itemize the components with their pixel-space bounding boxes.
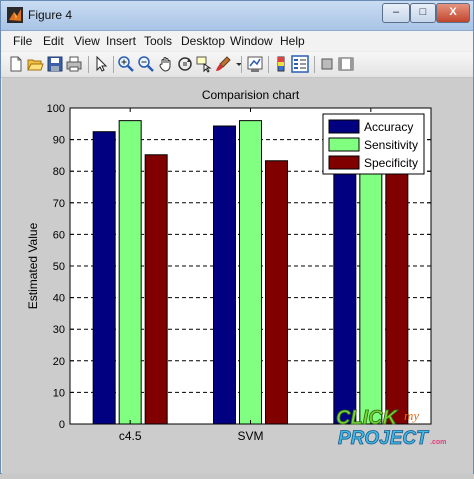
rotate-3d-icon[interactable] <box>176 55 194 73</box>
watermark-line3: PROJECT <box>338 428 429 449</box>
watermark-line1: CLICK <box>336 407 399 429</box>
watermark-logo: CLICK my PROJECT .com <box>336 407 447 450</box>
watermark-suffix: .com <box>430 439 446 446</box>
y-tick-label: 50 <box>53 261 65 273</box>
title-bar[interactable]: Figure 4 – □ X <box>1 1 473 31</box>
menu-tools[interactable]: Tools <box>144 34 172 48</box>
minimize-icon: – <box>392 6 400 18</box>
legend-swatch-sensitivity <box>328 137 360 152</box>
pan-hand-icon[interactable] <box>157 55 175 73</box>
show-plot-tools-icon[interactable] <box>337 55 355 73</box>
print-icon[interactable] <box>65 55 83 73</box>
legend-label-accuracy: Accuracy <box>364 120 413 134</box>
legend-icon[interactable] <box>291 55 309 73</box>
toolbar-separator <box>88 56 89 73</box>
bar-sensitivity-0 <box>118 120 142 425</box>
bar-specificity-1 <box>265 160 288 425</box>
menu-view[interactable]: View <box>74 34 100 48</box>
minimize-button[interactable]: – <box>382 3 410 23</box>
edit-plot-arrow-icon[interactable] <box>92 55 110 73</box>
y-tick-label: 10 <box>53 387 65 399</box>
menu-insert[interactable]: Insert <box>106 34 136 48</box>
x-tick-label: c4.5 <box>119 429 142 443</box>
toolbar-separator <box>241 56 242 73</box>
watermark-line2: my <box>404 408 419 423</box>
close-icon: X <box>449 6 457 18</box>
maximize-icon: □ <box>419 6 427 18</box>
toolbar-separator <box>268 56 269 73</box>
maximize-button[interactable]: □ <box>410 3 436 23</box>
bar-sensitivity-2 <box>359 154 383 425</box>
y-tick-label: 20 <box>53 356 65 368</box>
data-cursor-icon[interactable] <box>195 55 213 73</box>
bar-accuracy-2 <box>333 154 357 425</box>
y-tick-label: 60 <box>53 229 65 241</box>
x-tick-label: SVM <box>237 429 263 443</box>
y-axis-label: Estimated Value <box>26 222 40 309</box>
new-figure-icon[interactable] <box>7 55 25 73</box>
zoom-in-icon[interactable] <box>117 55 135 73</box>
menu-bar: File Edit View Insert Tools Desktop Wind… <box>1 31 473 51</box>
close-button[interactable]: X <box>436 3 470 23</box>
bar-specificity-0 <box>144 154 168 425</box>
save-icon[interactable] <box>46 55 64 73</box>
zoom-out-icon[interactable] <box>137 55 155 73</box>
y-tick-label: 100 <box>47 103 65 115</box>
bar-accuracy-0 <box>92 131 116 425</box>
menu-desktop[interactable]: Desktop <box>181 34 225 48</box>
menu-file[interactable]: File <box>13 34 32 48</box>
bar-sensitivity-1 <box>239 120 262 425</box>
toolbar-separator <box>113 56 114 73</box>
open-file-icon[interactable] <box>26 55 44 73</box>
legend-label-sensitivity: Sensitivity <box>364 138 418 152</box>
menu-window[interactable]: Window <box>230 34 273 48</box>
matlab-icon <box>7 7 23 23</box>
y-tick-label: 70 <box>53 198 65 210</box>
figure-toolbar <box>1 52 473 78</box>
menu-edit[interactable]: Edit <box>43 34 64 48</box>
hide-plot-tools-icon[interactable] <box>318 55 336 73</box>
figure-window: Figure 4 – □ X File Edit View Insert Too… <box>0 0 474 474</box>
y-tick-label: 40 <box>53 293 65 305</box>
toolbar-separator <box>314 56 315 73</box>
legend-swatch-accuracy <box>328 119 360 134</box>
legend-label-specificity: Specificity <box>364 156 418 170</box>
link-plot-icon[interactable] <box>246 55 264 73</box>
y-tick-label: 0 <box>59 419 65 431</box>
legend-swatch-specificity <box>328 155 360 170</box>
chart-title: Comparision chart <box>202 88 300 102</box>
menu-help[interactable]: Help <box>280 34 305 48</box>
bar-specificity-2 <box>385 154 409 425</box>
bar-accuracy-1 <box>213 125 236 425</box>
colorbar-icon[interactable] <box>272 55 290 73</box>
y-tick-label: 80 <box>53 166 65 178</box>
y-tick-label: 30 <box>53 324 65 336</box>
window-title: Figure 4 <box>28 8 73 22</box>
y-tick-label: 90 <box>53 135 65 147</box>
